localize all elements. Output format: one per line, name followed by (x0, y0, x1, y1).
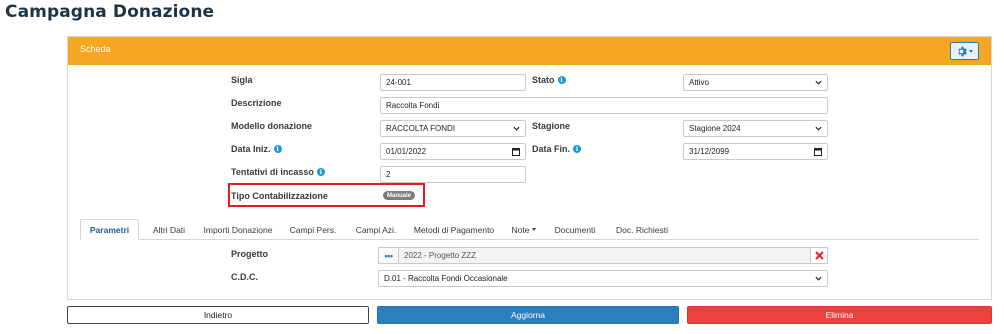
chevron-down-icon (815, 80, 822, 85)
stagione-select[interactable]: Stagione 2024 (683, 120, 828, 137)
cdc-label: C.D.C. (231, 272, 258, 282)
data-fin-input[interactable]: 31/12/2099 (683, 143, 828, 160)
stagione-label: Stagione (532, 121, 571, 131)
chevron-down-icon (969, 49, 973, 53)
calendar-icon[interactable] (814, 147, 822, 156)
data-iniz-input[interactable]: 01/01/2022 (380, 143, 526, 160)
tab-bar: Parametri Altri Dati Importi Donazione C… (80, 219, 979, 240)
update-button[interactable]: Aggiorna (377, 306, 679, 324)
browse-progetto-button[interactable]: ••• (378, 247, 398, 264)
caret-down-icon (532, 228, 537, 231)
tab-documenti[interactable]: Documenti (546, 219, 604, 240)
card-header: Scheda (68, 37, 991, 65)
tab-campi-azi[interactable]: Campi Azi. (348, 219, 404, 240)
modello-select[interactable]: RACCOLTA FONDI (380, 120, 526, 137)
ellipsis-icon: ••• (384, 250, 393, 261)
info-icon: i (557, 76, 566, 84)
clear-progetto-button[interactable] (811, 247, 828, 264)
chevron-down-icon (815, 126, 822, 131)
progetto-label: Progetto (231, 249, 268, 259)
tab-note[interactable]: Note (504, 219, 544, 240)
chevron-down-icon (513, 126, 520, 131)
tab-doc-richiesti[interactable]: Doc. Richiesti (607, 219, 677, 240)
data-fin-label: Data Fin. i (532, 144, 582, 154)
cdc-select[interactable]: D.01 - Raccolta Fondi Occasionale (378, 270, 828, 287)
info-icon: i (273, 145, 282, 153)
card-header-title: Scheda (80, 44, 111, 54)
progetto-field: 2022 - Progetto ZZZ (398, 247, 811, 264)
tentativi-label: Tentativi di incasso i (231, 167, 325, 177)
sigla-label: Sigla (231, 75, 253, 85)
calendar-icon[interactable] (512, 147, 520, 156)
delete-button[interactable]: Elimina (687, 306, 992, 324)
stato-label: Stato i (532, 75, 566, 85)
data-iniz-label: Data Iniz. i (231, 144, 282, 154)
descrizione-input[interactable]: Raccolta Fondi (380, 97, 828, 114)
modello-label: Modello donazione (231, 121, 312, 131)
stato-select[interactable]: Attivo (683, 74, 828, 91)
page-title: Campagna Donazione (5, 2, 215, 22)
highlight-box (228, 183, 425, 207)
tab-importi-donazione[interactable]: Importi Donazione (198, 219, 278, 240)
back-button[interactable]: Indietro (67, 306, 369, 324)
sigla-input[interactable]: 24-001 (380, 74, 526, 91)
tab-campi-pers[interactable]: Campi Pers. (281, 219, 345, 240)
gear-icon (958, 46, 967, 56)
tentativi-input[interactable]: 2 (380, 166, 526, 183)
info-icon: i (573, 145, 582, 153)
descrizione-label: Descrizione (231, 98, 282, 108)
tab-parametri[interactable]: Parametri (80, 219, 139, 240)
tab-metodi-pagamento[interactable]: Metodi di Pagamento (406, 219, 502, 240)
info-icon: i (316, 168, 325, 176)
tab-altri-dati[interactable]: Altri Dati (142, 219, 196, 240)
close-icon (814, 251, 824, 260)
settings-dropdown-button[interactable] (950, 42, 979, 60)
chevron-down-icon (815, 276, 822, 281)
